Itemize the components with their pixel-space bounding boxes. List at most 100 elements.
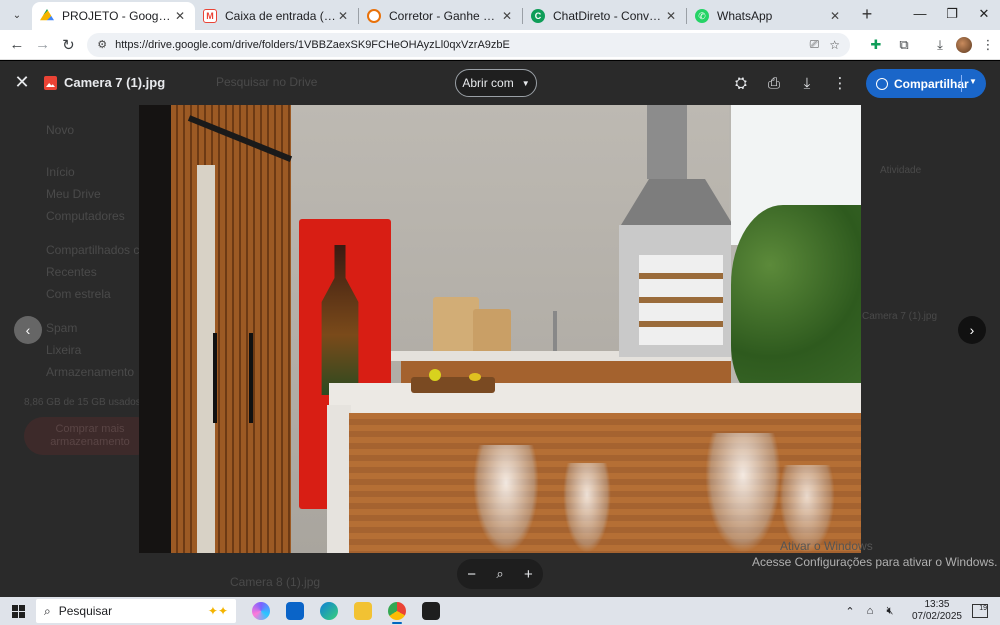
download-icon[interactable]: ⤓	[796, 73, 818, 95]
tab-google-drive[interactable]: PROJETO - Google Drive ✕	[32, 2, 195, 30]
nav-item-spam: Spam	[46, 321, 78, 335]
close-icon[interactable]: ✕	[828, 9, 842, 23]
image-faucet	[553, 311, 557, 351]
taskbar-search[interactable]: ⌕ Pesquisar ✦✦	[36, 599, 236, 623]
address-bar[interactable]: ⚙ https://drive.google.com/drive/folders…	[87, 32, 850, 57]
speaker-muted-icon[interactable]: 🔇︎	[882, 605, 898, 618]
chevron-up-icon[interactable]: ⌃	[842, 605, 858, 618]
caret-down-icon: ▼	[521, 78, 530, 88]
print-icon[interactable]: ⎙	[763, 73, 785, 95]
tab-title: ChatDireto - Converse pelo W	[553, 9, 664, 23]
clock-date: 07/02/2025	[911, 611, 962, 622]
tab-corretor[interactable]: Corretor - Ganhe mais. Proprie ✕	[359, 2, 522, 30]
zoom-out-icon[interactable]: −	[467, 566, 476, 583]
chevron-left-icon: ‹	[25, 322, 31, 338]
taskbar-outlook[interactable]	[278, 597, 312, 625]
notification-center-icon[interactable]: 19	[972, 604, 988, 618]
close-window-icon[interactable]: ✕	[968, 0, 1000, 30]
install-app-icon[interactable]: ⎚	[810, 37, 820, 52]
image-lemon	[469, 373, 481, 381]
url-text: https://drive.google.com/drive/folders/1…	[115, 38, 510, 51]
download-icon[interactable]: ⤓	[928, 37, 952, 53]
system-tray: ⌃ ⌂ 🔇︎ 13:35 07/02/2025 19	[842, 599, 1000, 623]
add-shortcut-drive-icon[interactable]: ⛭	[730, 73, 752, 95]
tab-title: WhatsApp	[717, 9, 773, 23]
zoom-in-icon[interactable]: +	[524, 566, 533, 583]
taskbar-apps	[244, 597, 448, 625]
file-chip: Camera 7 (1).jpg	[862, 311, 938, 322]
nav-item-starred: Com estrela	[46, 287, 111, 301]
toolbar-actions: ✚ ⧉ ⤓ ⋮	[860, 36, 1000, 53]
close-icon[interactable]: ✕	[336, 9, 350, 23]
previous-file-button[interactable]: ‹	[14, 316, 42, 344]
image-island-top	[329, 383, 861, 413]
window-controls: — ❐ ✕	[904, 0, 1000, 30]
preview-image-kitchen-render	[139, 105, 861, 553]
caret-down-icon[interactable]: ▼	[969, 77, 977, 86]
browser-toolbar: ← → ↻ ⚙ https://drive.google.com/drive/f…	[0, 30, 1000, 60]
image-door-handle	[213, 333, 217, 423]
start-button[interactable]	[0, 604, 36, 618]
new-tab-button[interactable]: +	[856, 4, 878, 26]
tab-search-button[interactable]: ⌄	[6, 4, 28, 26]
ev-app-icon	[422, 602, 440, 620]
site-info-icon[interactable]: ⚙	[97, 38, 107, 51]
next-file-button[interactable]: ›	[958, 316, 986, 344]
open-with-label: Abrir com	[462, 76, 514, 90]
nav-item-trash: Lixeira	[46, 343, 82, 357]
minimize-icon[interactable]: —	[904, 0, 936, 30]
browser-tab-strip: ⌄ PROJETO - Google Drive ✕ M Caixa de en…	[0, 0, 1000, 30]
open-with-button[interactable]: Abrir com ▼	[455, 69, 537, 97]
back-icon[interactable]: ←	[4, 36, 30, 53]
tab-title: Caixa de entrada (77) - adriana	[225, 9, 336, 23]
close-viewer-icon[interactable]: ✕	[12, 72, 32, 92]
tab-chatdireto[interactable]: C ChatDireto - Converse pelo W ✕	[523, 2, 686, 30]
bookmark-star-icon[interactable]: ☆	[829, 38, 840, 52]
globe-icon	[876, 77, 888, 90]
image-wine-glass	[705, 433, 781, 553]
forward-icon[interactable]: →	[30, 36, 56, 53]
clock[interactable]: 13:35 07/02/2025	[912, 599, 962, 623]
taskbar-file-explorer[interactable]	[346, 597, 380, 625]
more-options-icon[interactable]: ⋮	[829, 73, 851, 95]
nav-item-computers: Computadores	[46, 209, 125, 223]
windows-logo-icon	[11, 604, 25, 618]
copilot-icon	[252, 602, 270, 620]
file-viewer-header: ✕ Camera 7 (1).jpg Abrir com ▼ ⛭ ⎙ ⤓ ⋮ C…	[0, 61, 1000, 105]
edge-icon	[320, 602, 338, 620]
reload-icon[interactable]: ↻	[56, 36, 82, 54]
new-button: Novo	[46, 123, 75, 137]
drive-icon	[40, 9, 54, 21]
tab-title: PROJETO - Google Drive	[62, 9, 173, 23]
network-icon[interactable]: ⌂	[862, 605, 878, 617]
nav-item-my-drive: Meu Drive	[46, 187, 101, 201]
image-plants	[731, 205, 861, 405]
menu-kebab-icon[interactable]: ⋮	[976, 37, 1000, 53]
taskbar-app-ev[interactable]	[414, 597, 448, 625]
close-icon[interactable]: ✕	[500, 9, 514, 23]
close-icon[interactable]: ✕	[664, 9, 678, 23]
viewer-file-name: Camera 7 (1).jpg	[64, 75, 166, 90]
share-divider	[961, 75, 962, 92]
gmail-icon: M	[203, 9, 217, 23]
nav-item-recent: Recentes	[46, 265, 97, 279]
close-icon[interactable]: ✕	[173, 9, 187, 23]
taskbar-chrome[interactable]	[380, 597, 414, 625]
share-button[interactable]: Compartilhar ▼	[866, 69, 986, 98]
nav-item-storage: Armazenamento	[46, 365, 135, 379]
extension-plus-icon[interactable]: ✚	[864, 37, 888, 53]
restore-icon[interactable]: ❐	[936, 0, 968, 30]
image-file-icon	[44, 76, 57, 90]
zoom-reset-icon[interactable]: ⌕	[496, 566, 503, 582]
tab-gmail[interactable]: M Caixa de entrada (77) - adriana ✕	[195, 2, 358, 30]
taskbar-copilot[interactable]	[244, 597, 278, 625]
clock-time: 13:35	[924, 599, 950, 610]
image-island-side	[327, 405, 351, 553]
chevron-right-icon: ›	[969, 322, 975, 338]
notification-count: 19	[979, 605, 987, 612]
tab-whatsapp[interactable]: ✆ WhatsApp ✕	[687, 2, 850, 30]
image-range-hood	[647, 105, 687, 179]
extensions-icon[interactable]: ⧉	[892, 37, 916, 53]
taskbar-edge[interactable]	[312, 597, 346, 625]
profile-avatar[interactable]	[956, 36, 972, 53]
